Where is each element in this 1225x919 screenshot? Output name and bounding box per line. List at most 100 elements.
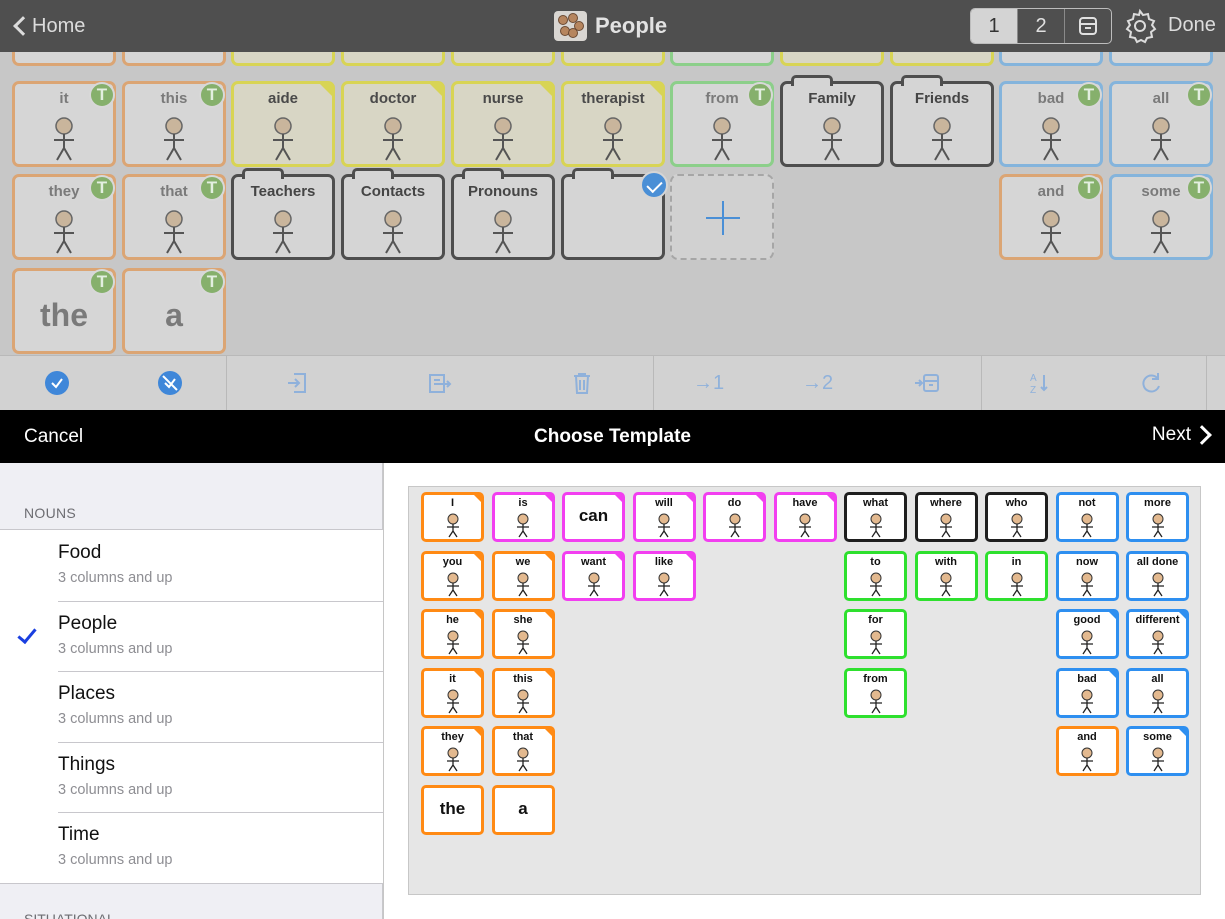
folder-cell-family[interactable]: Family (780, 75, 884, 167)
template-subtitle: 3 columns and up (58, 711, 173, 727)
partial-cell[interactable] (231, 52, 335, 66)
chevron-left-icon (13, 16, 33, 36)
move-to-page-1-button[interactable]: →1 (654, 356, 763, 410)
deselect-all-button[interactable] (113, 356, 226, 410)
folder-cell-teachers[interactable]: Teachers (231, 168, 335, 260)
preview-cell-and: and (1055, 726, 1119, 776)
archive-tab[interactable] (1064, 9, 1111, 43)
word-cell-bad[interactable]: bad T (999, 81, 1103, 167)
move-to-archive-button[interactable] (872, 356, 981, 410)
template-subtitle: 3 columns and up (58, 640, 173, 657)
preview-cell-now: now (1055, 550, 1119, 601)
template-item-things[interactable]: Things 3 columns and up (0, 741, 383, 813)
word-cell-nurse[interactable]: nurse (451, 81, 555, 167)
partial-cell[interactable] (341, 52, 445, 66)
move-to-page-2-button[interactable]: →2 (763, 356, 872, 410)
symbol-family-icon (802, 114, 862, 162)
import-button[interactable] (227, 356, 369, 410)
symbol-from-icon (692, 114, 752, 162)
partial-cell[interactable] (780, 52, 884, 66)
preview-cell-want: want (562, 550, 625, 601)
symbol-it-icon (438, 688, 468, 714)
export-button[interactable] (369, 356, 511, 410)
preview-cell-label: bad (1077, 672, 1097, 685)
modal-title: Choose Template (534, 426, 691, 447)
preview-cell-it: it (421, 667, 484, 718)
section-header-nouns: NOUNS (24, 505, 77, 521)
partial-cell[interactable] (1109, 52, 1213, 66)
template-item-people[interactable]: People 3 columns and up (0, 600, 383, 672)
word-cell-some[interactable]: some T (1109, 174, 1213, 260)
word-cell-the[interactable]: the T (12, 268, 116, 354)
settings-button[interactable] (1121, 8, 1159, 44)
folder-cell-friends[interactable]: Friends (890, 75, 994, 167)
refresh-button[interactable] (1095, 356, 1206, 410)
word-cell-a[interactable]: aT (122, 268, 226, 354)
word-cell-all[interactable]: all T (1109, 81, 1213, 167)
symbol-friends-icon (912, 114, 972, 162)
preview-cell-label: like (654, 555, 674, 568)
sort-button[interactable]: AZ (982, 356, 1095, 410)
selected-checkmark-icon[interactable] (640, 171, 668, 199)
text-badge-icon: T (1186, 82, 1212, 108)
partial-cell[interactable] (561, 52, 665, 66)
preview-cell-more: more (1126, 492, 1189, 542)
symbol-doctor-icon (363, 114, 423, 162)
word-cell-it[interactable]: it T (12, 81, 116, 167)
cell-label: nurse (482, 90, 524, 107)
add-button-cell[interactable] (670, 174, 774, 260)
word-cell-therapist[interactable]: therapist (561, 81, 665, 167)
preview-cell-label: it (449, 672, 456, 685)
select-all-button[interactable] (0, 356, 113, 410)
symbol-i-icon (438, 512, 468, 538)
symbol-all-icon (1131, 114, 1191, 162)
folder-cell-contacts[interactable]: Contacts (341, 168, 445, 260)
preview-cell-all-done: all done (1126, 550, 1189, 601)
symbol-all-icon (1143, 688, 1173, 714)
delete-button[interactable] (511, 356, 653, 410)
page-tab-1[interactable]: 1 (971, 9, 1017, 43)
partial-cell[interactable] (122, 52, 226, 66)
partial-cell[interactable] (451, 52, 555, 66)
symbol-more-icon (1143, 512, 1173, 538)
partial-cell[interactable] (12, 52, 116, 66)
word-cell-that[interactable]: that T (122, 174, 226, 260)
text-badge-icon: T (89, 269, 115, 295)
swap-button[interactable] (1207, 356, 1225, 410)
toolbar-group-move: →1 →2 (654, 356, 982, 410)
preview-cell-label: now (1076, 555, 1098, 568)
toolbar-group-arrange: AZ (982, 356, 1207, 410)
symbol-that-icon (508, 746, 538, 772)
cell-label: doctor (369, 90, 417, 107)
preview-cell-label: more (1144, 497, 1171, 509)
word-cell-this[interactable]: this T (122, 81, 226, 167)
word-cell-they[interactable]: they T (12, 174, 116, 260)
template-item-food[interactable]: Food 3 columns and up (0, 530, 383, 601)
word-cell-from[interactable]: from T (670, 81, 774, 167)
template-subtitle: 3 columns and up (58, 852, 173, 868)
partial-cell[interactable] (890, 52, 994, 66)
template-item-places[interactable]: Places 3 columns and up (0, 671, 383, 742)
next-button[interactable]: Next (1152, 424, 1213, 446)
symbol-it-icon (34, 114, 94, 162)
symbol-for-icon (861, 629, 891, 655)
word-cell-and[interactable]: and T (999, 174, 1103, 260)
preview-cell-for: for (844, 609, 907, 659)
template-item-time[interactable]: Time 3 columns and up (0, 812, 383, 883)
preview-cell-can: can (562, 492, 625, 542)
folder-cell-blank[interactable] (561, 168, 668, 260)
symbol-do-icon (720, 512, 750, 538)
svg-text:A: A (1030, 373, 1037, 384)
back-home-button[interactable]: Home (10, 10, 85, 42)
symbol-will-icon (649, 512, 679, 538)
page-tab-2[interactable]: 2 (1017, 9, 1064, 43)
word-cell-doctor[interactable]: doctor (341, 81, 445, 167)
folder-cell-pronouns[interactable]: Pronouns (451, 168, 555, 260)
text-badge-icon: T (199, 175, 225, 201)
partial-cell[interactable] (670, 52, 774, 66)
word-cell-aide[interactable]: aide (231, 81, 335, 167)
partial-cell[interactable] (999, 52, 1103, 66)
modal-nav-bar: Cancel Choose Template Next (0, 410, 1225, 463)
done-button[interactable]: Done (1168, 14, 1216, 37)
symbol-all-done-icon (1143, 571, 1173, 597)
